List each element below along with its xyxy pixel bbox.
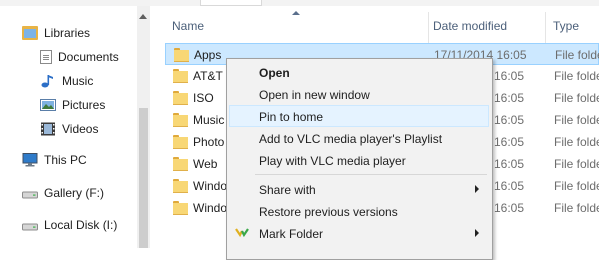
file-date: 16:05 xyxy=(494,91,525,105)
menu-item-open[interactable]: Open xyxy=(229,61,489,83)
file-name: Windo xyxy=(193,201,228,215)
folder-icon xyxy=(173,201,188,215)
file-name: AT&T xyxy=(193,69,223,83)
file-type: File folder xyxy=(555,48,599,62)
menu-item-share-with[interactable]: Share with xyxy=(229,178,489,200)
music-icon xyxy=(40,74,56,88)
menu-item-label: Share with xyxy=(259,183,316,197)
folder-icon xyxy=(174,48,189,62)
file-date: 16:05 xyxy=(494,135,525,149)
file-date: 16:05 xyxy=(494,113,525,127)
file-date: 16:05 xyxy=(494,179,525,193)
nav-item-label: This PC xyxy=(44,153,87,167)
menu-item-restore-previous-versions[interactable]: Restore previous versions xyxy=(229,200,489,222)
folder-icon xyxy=(173,157,188,171)
file-type: File folder xyxy=(554,135,599,149)
menu-item-label: Pin to home xyxy=(259,110,324,124)
file-type: File folder xyxy=(554,91,599,105)
menu-item-partial[interactable] xyxy=(229,244,489,258)
file-name: Windo xyxy=(193,179,228,193)
column-header-bar: Name Date modified Type xyxy=(150,6,599,46)
scroll-up-arrow-icon[interactable] xyxy=(139,14,147,19)
pictures-icon xyxy=(40,98,56,112)
menu-item-play-vlc[interactable]: Play with VLC media player xyxy=(229,149,489,171)
column-header-date-modified[interactable]: Date modified xyxy=(433,19,507,33)
menu-item-mark-folder[interactable]: Mark Folder xyxy=(229,222,489,244)
folder-icon xyxy=(173,113,188,127)
context-menu: Open Open in new window Pin to home Add … xyxy=(226,58,493,260)
menu-separator xyxy=(255,174,487,175)
column-header-name[interactable]: Name xyxy=(172,19,204,33)
documents-icon xyxy=(40,50,52,64)
nav-item-music[interactable]: Music xyxy=(40,71,93,91)
column-divider[interactable] xyxy=(428,12,429,46)
file-name: Music xyxy=(193,113,225,127)
folder-icon xyxy=(173,69,188,83)
menu-item-open-new-window[interactable]: Open in new window xyxy=(229,83,489,105)
menu-item-label: Mark Folder xyxy=(259,227,324,241)
submenu-arrow-icon xyxy=(475,229,479,237)
menu-item-label: Restore previous versions xyxy=(259,205,398,219)
file-type: File folder xyxy=(554,179,599,193)
file-type: File folder xyxy=(554,69,599,83)
drive-icon xyxy=(22,186,38,200)
file-type: File folder xyxy=(554,157,599,171)
mark-folder-icon xyxy=(234,225,250,241)
file-name: Photo xyxy=(193,135,225,149)
nav-item-label: Videos xyxy=(62,122,99,136)
videos-icon xyxy=(40,122,56,136)
nav-item-pictures[interactable]: Pictures xyxy=(40,95,105,115)
file-date: 16:05 xyxy=(494,69,525,83)
file-type: File folder xyxy=(554,201,599,215)
nav-item-label: Local Disk (I:) xyxy=(44,218,118,232)
folder-icon xyxy=(173,135,188,149)
file-date: 16:05 xyxy=(494,201,525,215)
menu-item-label: Open in new window xyxy=(259,88,370,102)
navigation-pane: Libraries Documents Music Pictures Video… xyxy=(0,6,150,248)
scrollbar-thumb[interactable] xyxy=(139,108,148,248)
nav-item-this-pc[interactable]: This PC xyxy=(22,150,87,170)
nav-item-local-disk[interactable]: Local Disk (I:) xyxy=(22,215,117,235)
nav-item-label: Libraries xyxy=(44,26,91,40)
nav-item-label: Pictures xyxy=(62,98,106,112)
sort-ascending-icon xyxy=(292,11,300,15)
file-type: File folder xyxy=(554,113,599,127)
menu-item-label: Add to VLC media player's Playlist xyxy=(259,132,443,146)
menu-item-label: Play with VLC media player xyxy=(259,154,406,168)
menu-item-add-vlc-playlist[interactable]: Add to VLC media player's Playlist xyxy=(229,127,489,149)
nav-item-libraries[interactable]: Libraries xyxy=(22,23,90,43)
nav-item-documents[interactable]: Documents xyxy=(40,47,119,67)
column-divider[interactable] xyxy=(545,12,546,46)
column-header-type[interactable]: Type xyxy=(553,19,579,33)
submenu-arrow-icon xyxy=(475,185,479,193)
drive-icon xyxy=(22,218,38,232)
menu-item-pin-to-home[interactable]: Pin to home xyxy=(229,105,489,127)
file-date: 16:05 xyxy=(494,157,525,171)
file-name: Apps xyxy=(194,48,222,62)
libraries-icon xyxy=(22,26,38,40)
computer-icon xyxy=(22,153,38,167)
navigation-scrollbar[interactable] xyxy=(137,6,150,248)
nav-item-videos[interactable]: Videos xyxy=(40,119,98,139)
folder-icon xyxy=(173,91,188,105)
folder-icon xyxy=(173,179,188,193)
nav-item-label: Documents xyxy=(58,50,119,64)
nav-item-gallery-drive[interactable]: Gallery (F:) xyxy=(22,183,104,203)
menu-item-label: Open xyxy=(259,66,290,80)
nav-item-label: Music xyxy=(62,74,94,88)
file-name: Web xyxy=(193,157,218,171)
file-name: ISO xyxy=(193,91,214,105)
nav-item-label: Gallery (F:) xyxy=(44,186,104,200)
